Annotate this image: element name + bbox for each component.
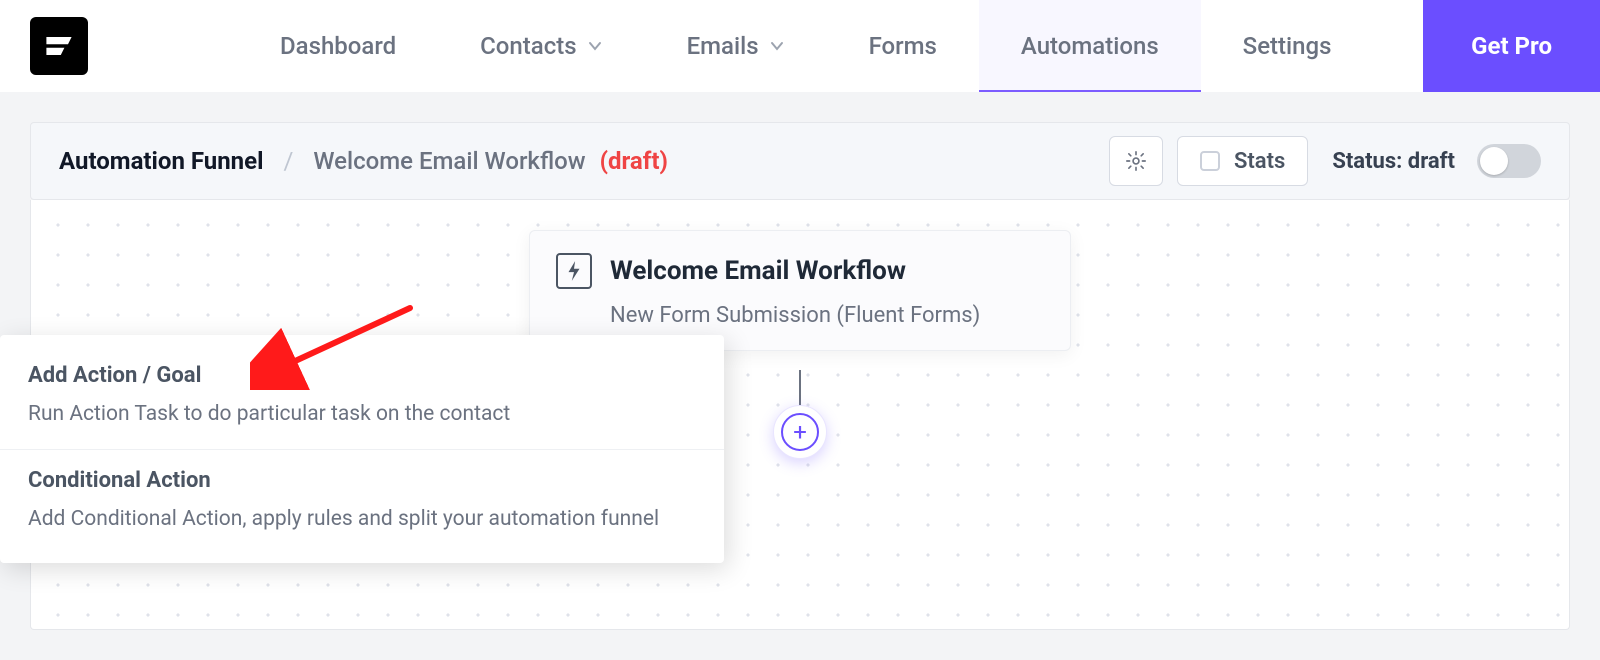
- chevron-down-icon: [587, 32, 603, 60]
- top-nav: Dashboard Contacts Emails Forms Automati…: [0, 0, 1600, 92]
- breadcrumb-root: Automation Funnel: [59, 147, 263, 175]
- plus-icon: +: [781, 413, 819, 451]
- workflow-name: Welcome Email Workflow: [313, 147, 585, 175]
- trigger-node[interactable]: Welcome Email Workflow New Form Submissi…: [529, 230, 1071, 351]
- get-pro-button[interactable]: Get Pro: [1423, 0, 1600, 92]
- toggle-knob: [1480, 147, 1508, 175]
- popover-item-title: Conditional Action: [28, 468, 696, 493]
- draft-tag: (draft): [600, 147, 668, 175]
- nav-item-dashboard[interactable]: Dashboard: [238, 0, 438, 92]
- popover-item-desc: Add Conditional Action, apply rules and …: [28, 503, 696, 536]
- node-subtitle: New Form Submission (Fluent Forms): [556, 303, 1044, 328]
- nav-item-label: Dashboard: [280, 32, 396, 60]
- status-label: Status: draft: [1332, 149, 1455, 174]
- nav-item-automations[interactable]: Automations: [979, 0, 1201, 92]
- nav-item-contacts[interactable]: Contacts: [438, 0, 644, 92]
- header-actions: Stats Status: draft: [1109, 136, 1541, 186]
- nav-items: Dashboard Contacts Emails Forms Automati…: [238, 0, 1423, 92]
- stats-toggle-button[interactable]: Stats: [1177, 136, 1308, 186]
- nav-item-label: Forms: [869, 32, 937, 60]
- breadcrumb: Automation Funnel / Welcome Email Workfl…: [59, 147, 1109, 175]
- stats-label: Stats: [1234, 149, 1285, 174]
- app-logo-icon: [41, 28, 77, 64]
- status-toggle[interactable]: [1477, 144, 1541, 178]
- popover-item-title: Add Action / Goal: [28, 363, 696, 388]
- nav-item-label: Contacts: [480, 32, 576, 60]
- nav-item-label: Automations: [1021, 32, 1159, 60]
- popover-item-conditional-action[interactable]: Conditional Action Add Conditional Actio…: [0, 449, 724, 554]
- settings-button[interactable]: [1109, 136, 1163, 186]
- chevron-down-icon: [769, 32, 785, 60]
- app-logo[interactable]: [30, 17, 88, 75]
- get-pro-label: Get Pro: [1471, 32, 1552, 60]
- nav-item-label: Settings: [1243, 32, 1332, 60]
- gear-icon: [1125, 150, 1147, 172]
- lightning-icon: [556, 253, 592, 289]
- popover-item-add-action[interactable]: Add Action / Goal Run Action Task to do …: [0, 345, 724, 449]
- popover-item-desc: Run Action Task to do particular task on…: [28, 398, 696, 431]
- node-header: Welcome Email Workflow: [556, 253, 1044, 289]
- automation-header: Automation Funnel / Welcome Email Workfl…: [30, 122, 1570, 200]
- nav-item-emails[interactable]: Emails: [645, 0, 827, 92]
- stats-checkbox[interactable]: [1200, 151, 1220, 171]
- breadcrumb-separator: /: [277, 147, 299, 175]
- nav-item-forms[interactable]: Forms: [827, 0, 979, 92]
- nav-item-label: Emails: [687, 32, 759, 60]
- nav-item-settings[interactable]: Settings: [1201, 0, 1374, 92]
- add-step-button[interactable]: +: [773, 405, 827, 459]
- node-title: Welcome Email Workflow: [610, 256, 906, 286]
- add-step-popover: Add Action / Goal Run Action Task to do …: [0, 335, 724, 563]
